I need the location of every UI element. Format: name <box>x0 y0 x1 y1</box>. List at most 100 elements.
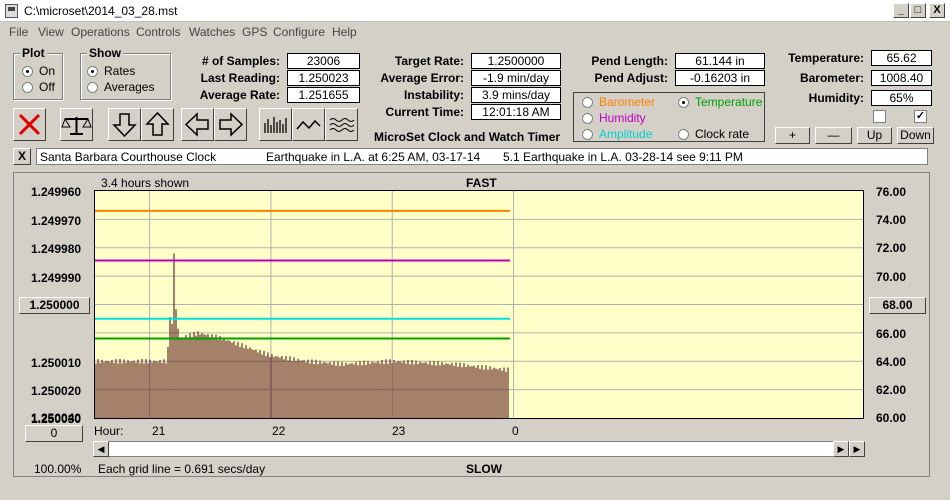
stop-button[interactable] <box>13 108 46 141</box>
rate-up-button[interactable] <box>141 108 174 141</box>
plot-area <box>94 190 864 419</box>
menu-gps[interactable]: GPS <box>242 25 267 39</box>
center-value-button[interactable]: 1.250000 <box>19 297 90 314</box>
x-tick: 21 <box>152 424 166 438</box>
scroll-right-button[interactable] <box>214 108 247 141</box>
instability-label: Instability: <box>403 88 464 102</box>
last-reading-field: 1.250023 <box>287 70 360 86</box>
plot-off-radio[interactable] <box>22 82 33 93</box>
clear-info-button[interactable]: X <box>13 148 31 165</box>
hours-shown-label: 3.4 hours shown <box>101 176 190 190</box>
arrow-up-icon <box>145 111 170 136</box>
show-averages-radio[interactable] <box>87 82 98 93</box>
note-1: Earthquake in L.A. at 6:25 AM, 03-17-14 <box>266 150 481 164</box>
left-tick: 1.249990 <box>31 271 82 285</box>
barometer-field: 1008.40 <box>871 70 932 86</box>
bars-icon <box>264 117 287 133</box>
wave-icon <box>296 119 321 130</box>
menu-watches[interactable]: Watches <box>189 25 235 39</box>
target-rate-field: 1.2500000 <box>471 53 561 69</box>
menu-operations[interactable]: Operations <box>71 25 130 39</box>
fast-label: FAST <box>466 176 497 190</box>
barometer-radio[interactable] <box>582 97 593 108</box>
x-tick: 22 <box>272 424 286 438</box>
pend-adjust-label: Pend Adjust: <box>594 71 668 85</box>
scroll-right-arrow[interactable]: ▶ <box>833 441 849 457</box>
samples-label: # of Samples: <box>201 54 280 68</box>
arrow-down-icon <box>112 113 137 138</box>
pend-length-label: Pend Length: <box>591 54 668 68</box>
right-value-button[interactable]: 68.00 <box>869 297 926 314</box>
balance-icon <box>61 117 92 135</box>
down-button[interactable]: Down <box>897 127 934 144</box>
average-error-field: -1.9 min/day <box>471 70 561 86</box>
checkbox-1[interactable] <box>873 110 886 123</box>
zoom-label: 100.00% <box>34 462 82 476</box>
up-button[interactable]: Up <box>857 127 892 144</box>
info-bar[interactable]: Santa Barbara Courthouse Clock Earthquak… <box>36 148 928 165</box>
close-window-button[interactable]: X <box>929 3 945 18</box>
plot-on-radio[interactable] <box>22 66 33 77</box>
window-title: C:\microset\2014_03_28.mst <box>24 4 178 18</box>
amplitude-radio[interactable] <box>582 129 593 140</box>
plot-on-label: On <box>39 64 56 78</box>
plus-button[interactable]: + <box>775 127 810 144</box>
right-tick: 74.00 <box>876 213 907 227</box>
humidity-label: Humidity: <box>808 91 864 105</box>
x-tick: 23 <box>392 424 406 438</box>
arrow-left-icon <box>184 112 209 137</box>
hour-button[interactable]: 0 <box>25 425 83 442</box>
balance-button[interactable] <box>60 108 93 141</box>
temperature-radio[interactable] <box>678 97 689 108</box>
menu-help[interactable]: Help <box>332 25 357 39</box>
left-tick: 1.250040 <box>31 411 82 425</box>
pend-length-field: 61.144 in <box>675 53 765 69</box>
sensor-select-box: Barometer Temperature Humidity Amplitude… <box>573 92 765 142</box>
show-rates-radio[interactable] <box>87 66 98 77</box>
target-rate-label: Target Rate: <box>394 54 464 68</box>
app-icon <box>5 4 18 18</box>
menu-view[interactable]: View <box>38 25 64 39</box>
close-x-icon <box>18 113 41 136</box>
current-time-field: 12:01:18 AM <box>471 104 561 120</box>
plot-group-title: Plot <box>20 46 47 60</box>
right-tick: 60.00 <box>876 411 907 425</box>
scroll-left-arrow[interactable]: ◀ <box>93 441 109 457</box>
minimize-button[interactable]: _ <box>893 3 909 18</box>
menu-bar: File View Operations Controls Watches GP… <box>0 22 950 42</box>
left-tick: 1.249960 <box>31 185 82 199</box>
menu-configure[interactable]: Configure <box>273 25 325 39</box>
smooth-view-button[interactable] <box>325 108 358 141</box>
left-tick: 1.250020 <box>31 384 82 398</box>
horizontal-scrollbar[interactable]: ◀ ▶ ▶ <box>93 441 865 457</box>
show-averages-label: Averages <box>104 80 155 94</box>
right-tick: 62.00 <box>876 383 907 397</box>
humidity-radio[interactable] <box>582 113 593 124</box>
scroll-left-button[interactable] <box>181 108 214 141</box>
line-view-button[interactable] <box>292 108 325 141</box>
average-error-label: Average Error: <box>380 71 464 85</box>
squiggle-icon <box>329 118 355 132</box>
menu-controls[interactable]: Controls <box>136 25 181 39</box>
temperature-field: 65.62 <box>871 50 932 66</box>
show-group-title: Show <box>87 46 123 60</box>
temperature-label: Temperature: <box>788 51 864 65</box>
bar-view-button[interactable] <box>259 108 292 141</box>
maximize-button[interactable]: □ <box>910 3 926 18</box>
minus-button[interactable]: — <box>815 127 852 144</box>
average-rate-label: Average Rate: <box>199 88 280 102</box>
menu-file[interactable]: File <box>9 25 28 39</box>
barometer-label: Barometer: <box>799 71 864 85</box>
right-tick: 64.00 <box>876 355 907 369</box>
grid-note: Each grid line = 0.691 secs/day <box>98 462 266 476</box>
show-rates-label: Rates <box>104 64 136 78</box>
show-group: Show Rates Averages <box>80 46 171 100</box>
left-tick: 1.249980 <box>31 242 82 256</box>
last-reading-label: Last Reading: <box>200 71 280 85</box>
checkbox-2[interactable]: ✓ <box>914 110 927 123</box>
amplitude-option-label: Amplitude <box>599 127 653 141</box>
barometer-option-label: Barometer <box>599 95 656 109</box>
rate-down-button[interactable] <box>108 108 141 141</box>
scroll-end-arrow[interactable]: ▶ <box>849 441 865 457</box>
clock-rate-radio[interactable] <box>678 129 689 140</box>
